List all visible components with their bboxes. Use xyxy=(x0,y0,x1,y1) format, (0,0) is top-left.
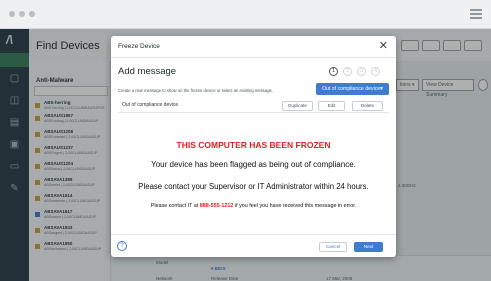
edit-button[interactable]: Edit xyxy=(318,101,345,111)
message-select-dropdown[interactable]: Out of compliance device ▼ xyxy=(316,83,389,95)
step-hint: Create a new message to show on the froz… xyxy=(118,88,274,93)
line3-suffix: if you feel you have received this messa… xyxy=(233,203,357,209)
it-phone-number: 888-555-1212 xyxy=(199,203,234,209)
close-window-dot[interactable] xyxy=(9,11,15,17)
close-icon[interactable]: ✕ xyxy=(379,40,388,52)
step-3: 3 xyxy=(357,67,366,76)
cancel-button[interactable]: Cancel xyxy=(319,242,347,252)
dropdown-selected-value: Out of compliance device xyxy=(322,86,381,92)
title-bar xyxy=(0,0,491,29)
message-line-1: Your device has been flagged as being ou… xyxy=(151,160,356,169)
maximize-window-dot[interactable] xyxy=(29,11,35,17)
line3-prefix: Please contact IT at xyxy=(150,203,200,209)
help-icon[interactable]: ? xyxy=(117,241,127,251)
app-window: /\ ▢ ◫ ▤ ▣ ▭ ✎ Find Devices Anti-Malware… xyxy=(0,0,491,281)
step-2: 2 xyxy=(343,67,352,76)
message-line-3: Please contact IT at 888-555-1212 if you… xyxy=(111,203,396,209)
step-1: 1 xyxy=(329,67,338,76)
frozen-heading: THIS COMPUTER HAS BEEN FROZEN xyxy=(176,140,331,150)
step-4: 4 xyxy=(371,67,380,76)
dialog-footer: ? Cancel Next xyxy=(111,234,396,257)
menu-icon[interactable] xyxy=(470,9,482,19)
step-indicator: 1 2 3 4 xyxy=(329,67,380,76)
minimize-window-dot[interactable] xyxy=(19,11,25,17)
message-line-2: Please contact your Supervisor or IT Adm… xyxy=(138,182,369,191)
chevron-down-icon: ▼ xyxy=(379,86,384,92)
window-controls xyxy=(9,11,35,17)
message-name: Out of compliance device xyxy=(122,102,179,108)
duplicate-button[interactable]: Duplicate xyxy=(282,101,313,111)
step-title: Add message xyxy=(118,66,177,77)
dialog-title: Freeze Device xyxy=(118,43,160,50)
dialog-header: Freeze Device ✕ xyxy=(111,36,396,58)
freeze-device-dialog: Freeze Device ✕ Add message 1 2 3 4 Crea… xyxy=(111,36,396,257)
delete-button[interactable]: Delete xyxy=(352,101,383,111)
message-toolbar: Out of compliance device Duplicate Edit … xyxy=(118,98,389,113)
next-button[interactable]: Next xyxy=(354,242,383,252)
